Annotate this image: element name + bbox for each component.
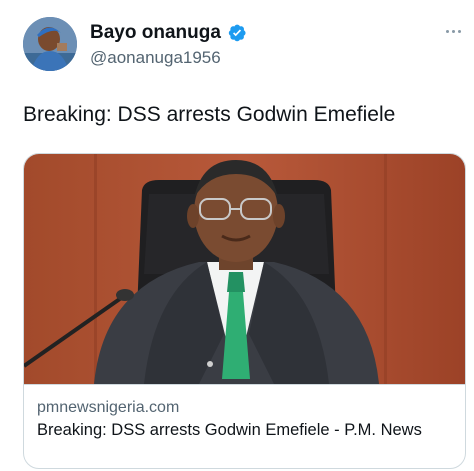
news-photo: [24, 154, 465, 384]
link-card[interactable]: pmnewsnigeria.com Breaking: DSS arrests …: [23, 153, 466, 469]
more-icon[interactable]: [440, 22, 466, 40]
avatar[interactable]: [23, 17, 77, 71]
tweet-text: Breaking: DSS arrests Godwin Emefiele: [23, 103, 396, 126]
author-handle[interactable]: @aonanuga1956: [90, 48, 221, 68]
card-domain[interactable]: pmnewsnigeria.com: [37, 399, 179, 417]
author-name[interactable]: Bayo onanuga: [90, 22, 221, 44]
card-title[interactable]: Breaking: DSS arrests Godwin Emefiele - …: [37, 420, 447, 441]
avatar-photo: [23, 17, 77, 71]
verified-badge-icon: [228, 24, 246, 42]
